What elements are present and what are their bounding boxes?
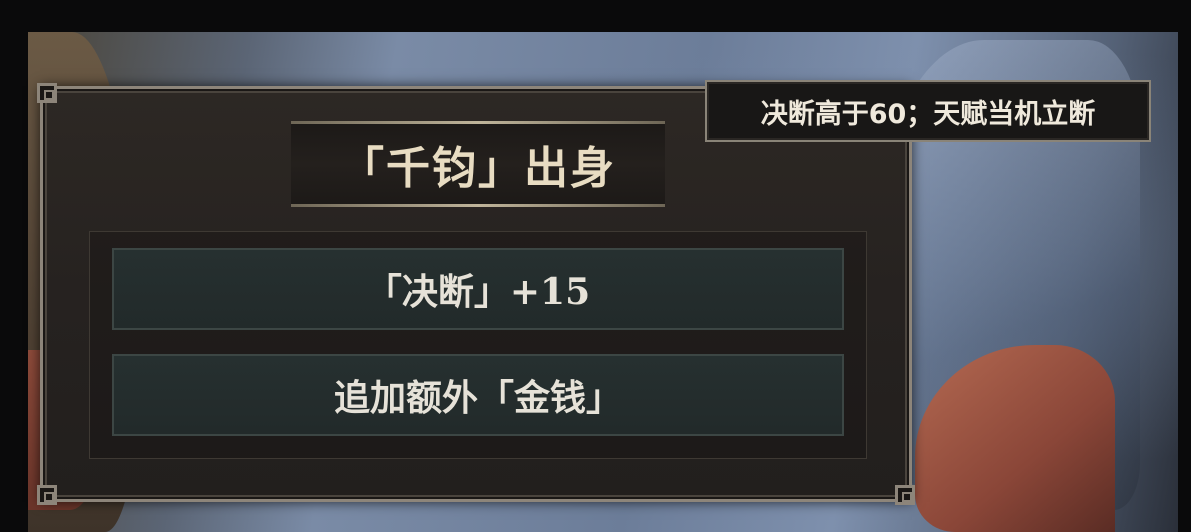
option-button-resolve[interactable]: 「决断」+15: [112, 248, 844, 330]
game-screen: 「千钧」出身 「决断」+15 追加额外「金钱」 决断高于60；天赋当机立断: [0, 0, 1191, 532]
origin-choice-panel: 「千钧」出身 「决断」+15 追加额外「金钱」: [37, 83, 915, 505]
options-list: 「决断」+15 追加额外「金钱」: [89, 231, 867, 459]
panel-title-box: 「千钧」出身: [291, 121, 665, 207]
requirement-tooltip: 决断高于60；天赋当机立断: [705, 80, 1151, 142]
corner-ornament: [37, 83, 57, 103]
option-button-extra-money[interactable]: 追加额外「金钱」: [112, 354, 844, 436]
panel-title: 「千钧」出身: [340, 143, 616, 194]
corner-ornament: [895, 485, 915, 505]
corner-ornament: [37, 485, 57, 505]
